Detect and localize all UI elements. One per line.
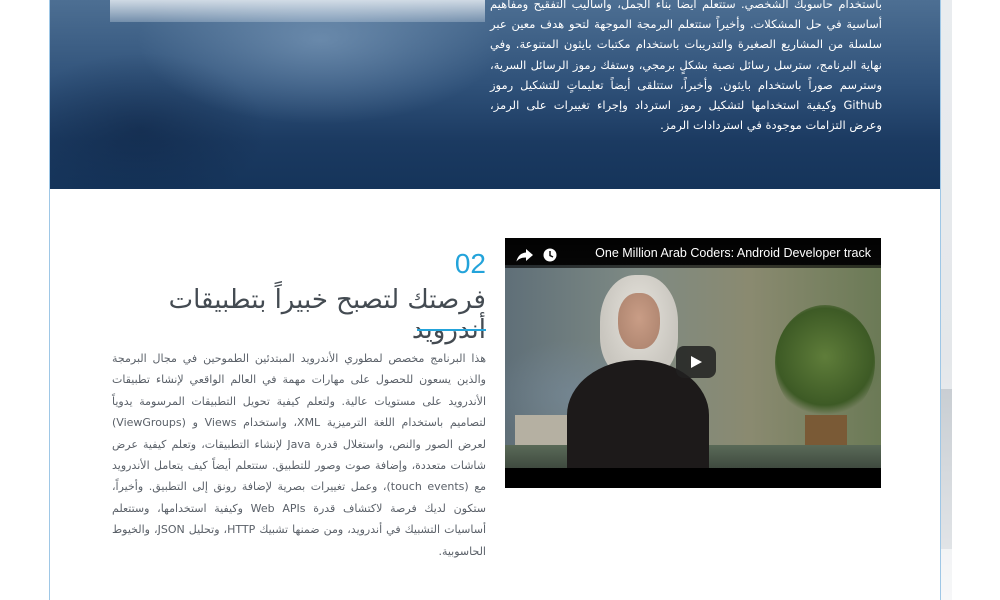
hero-banner: باستخدام حاسوبك الشخصي. ستتعلم أيضاً بنا… (50, 0, 940, 189)
play-button[interactable] (676, 346, 716, 378)
title-underline (417, 329, 486, 331)
clock-icon[interactable] (543, 247, 557, 262)
play-icon (691, 356, 702, 368)
video-titlebar: One Million Arab Coders: Android Develop… (505, 238, 881, 268)
hero-paragraph: باستخدام حاسوبك الشخصي. ستتعلم أيضاً بنا… (490, 0, 882, 133)
scrollbar-thumb[interactable] (941, 389, 952, 549)
hero-image-strip (110, 0, 485, 22)
thumbnail-plant (775, 305, 875, 420)
video-letterbox (505, 468, 881, 488)
hero-description: باستخدام حاسوبك الشخصي. ستتعلم أيضاً بنا… (490, 0, 882, 135)
section-title: فرصتك لتصبح خبيراً بتطبيقات أندرويد (168, 285, 486, 345)
section-number: 02 (454, 248, 486, 279)
share-icon[interactable] (516, 247, 534, 262)
section-paragraph: هذا البرنامج مخصص لمطوري الأندرويد المبت… (112, 352, 487, 558)
video-title[interactable]: One Million Arab Coders: Android Develop… (595, 246, 871, 260)
video-player[interactable]: One Million Arab Coders: Android Develop… (505, 238, 881, 488)
thumbnail-person-face (618, 293, 660, 349)
section-description: هذا البرنامج مخصص لمطوري الأندرويد المبت… (112, 348, 486, 562)
